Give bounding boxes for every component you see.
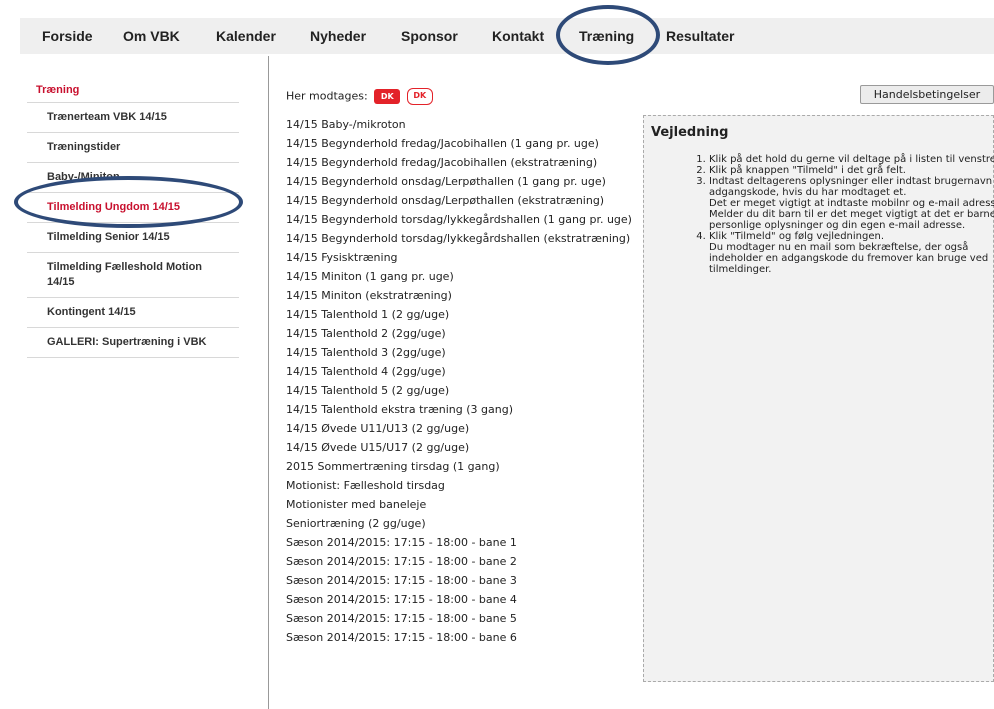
team-list-item[interactable]: Sæson 2014/2015: 17:15 - 18:00 - bane 3 bbox=[286, 574, 636, 587]
team-list-item[interactable]: 14/15 Øvede U15/U17 (2 gg/uge) bbox=[286, 441, 636, 454]
guide-panel: Vejledning Klik på det hold du gerne vil… bbox=[643, 115, 994, 682]
terms-button[interactable]: Handelsbetingelser bbox=[860, 85, 994, 104]
team-list-item[interactable]: 14/15 Fysisktræning bbox=[286, 251, 636, 264]
nav-kalender[interactable]: Kalender bbox=[216, 18, 276, 54]
sidebar-item-membership-fee[interactable]: Kontingent 14/15 bbox=[27, 298, 239, 328]
dankort-icon: DK bbox=[374, 89, 401, 104]
nav-nyheder[interactable]: Nyheder bbox=[310, 18, 366, 54]
team-list-item[interactable]: 14/15 Talenthold 5 (2 gg/uge) bbox=[286, 384, 636, 397]
guide-title: Vejledning bbox=[651, 125, 729, 140]
highlight-circle-sidebar bbox=[14, 176, 243, 228]
team-list-item[interactable]: 14/15 Baby-/mikroton bbox=[286, 118, 636, 131]
team-list-item[interactable]: 14/15 Begynderhold torsdag/lykkegårdshal… bbox=[286, 232, 636, 245]
nav-sponsor[interactable]: Sponsor bbox=[401, 18, 458, 54]
team-list-item[interactable]: 14/15 Begynderhold onsdag/Lerpøthallen (… bbox=[286, 194, 636, 207]
guide-step: Klik på det hold du gerne vil deltage på… bbox=[709, 154, 994, 165]
receive-label: Her modtages: bbox=[286, 89, 368, 103]
guide-step: Klik på knappen "Tilmeld" i det grå felt… bbox=[709, 165, 994, 176]
team-list: 14/15 Baby-/mikroton 14/15 Begynderhold f… bbox=[286, 118, 636, 650]
sidebar-item-gallery[interactable]: GALLERI: Supertræning i VBK bbox=[27, 328, 239, 358]
top-navigation: Forside Om VBK Kalender Nyheder Sponsor … bbox=[20, 18, 994, 54]
team-list-item[interactable]: 14/15 Talenthold 3 (2gg/uge) bbox=[286, 346, 636, 359]
team-list-item[interactable]: 14/15 Begynderhold torsdag/lykkegårdshal… bbox=[286, 213, 636, 226]
nav-om-vbk[interactable]: Om VBK bbox=[123, 18, 180, 54]
team-list-item[interactable]: Sæson 2014/2015: 17:15 - 18:00 - bane 4 bbox=[286, 593, 636, 606]
sidebar-item-trainerteam[interactable]: Trænerteam VBK 14/15 bbox=[27, 103, 239, 133]
team-list-item[interactable]: 14/15 Talenthold 2 (2gg/uge) bbox=[286, 327, 636, 340]
team-list-item[interactable]: 14/15 Miniton (1 gang pr. uge) bbox=[286, 270, 636, 283]
team-list-item[interactable]: 14/15 Talenthold ekstra træning (3 gang) bbox=[286, 403, 636, 416]
dankort-outline-icon: DK bbox=[406, 88, 433, 105]
team-list-item[interactable]: Sæson 2014/2015: 17:15 - 18:00 - bane 2 bbox=[286, 555, 636, 568]
team-list-item[interactable]: Seniortræning (2 gg/uge) bbox=[286, 517, 636, 530]
highlight-circle-nav bbox=[556, 5, 660, 65]
sidebar-item-training-times[interactable]: Træningstider bbox=[27, 133, 239, 163]
team-list-item[interactable]: 14/15 Øvede U11/U13 (2 gg/uge) bbox=[286, 422, 636, 435]
team-list-item[interactable]: 2015 Sommertræning tirsdag (1 gang) bbox=[286, 460, 636, 473]
team-list-item[interactable]: 14/15 Talenthold 4 (2gg/uge) bbox=[286, 365, 636, 378]
sidebar-heading[interactable]: Træning bbox=[27, 78, 239, 103]
team-list-item[interactable]: Motionister med baneleje bbox=[286, 498, 636, 511]
team-list-item[interactable]: Sæson 2014/2015: 17:15 - 18:00 - bane 5 bbox=[286, 612, 636, 625]
team-list-item[interactable]: 14/15 Begynderhold fredag/Jacobihallen (… bbox=[286, 137, 636, 150]
team-list-item[interactable]: Motionist: Fælleshold tirsdag bbox=[286, 479, 636, 492]
team-list-item[interactable]: Sæson 2014/2015: 17:15 - 18:00 - bane 6 bbox=[286, 631, 636, 644]
guide-step: Indtast deltagerens oplysninger eller in… bbox=[709, 176, 994, 231]
team-list-item[interactable]: 14/15 Begynderhold fredag/Jacobihallen (… bbox=[286, 156, 636, 169]
team-list-item[interactable]: 14/15 Miniton (ekstratræning) bbox=[286, 289, 636, 302]
guide-step: Klik "Tilmeld" og følg vejledningen. Du … bbox=[709, 231, 994, 275]
team-list-item[interactable]: 14/15 Begynderhold onsdag/Lerpøthallen (… bbox=[286, 175, 636, 188]
team-list-item[interactable]: Sæson 2014/2015: 17:15 - 18:00 - bane 1 bbox=[286, 536, 636, 549]
nav-forside[interactable]: Forside bbox=[42, 18, 93, 54]
divider bbox=[268, 56, 269, 709]
guide-steps: Klik på det hold du gerne vil deltage på… bbox=[684, 154, 994, 275]
team-list-item[interactable]: 14/15 Talenthold 1 (2 gg/uge) bbox=[286, 308, 636, 321]
nav-kontakt[interactable]: Kontakt bbox=[492, 18, 544, 54]
nav-resultater[interactable]: Resultater bbox=[666, 18, 734, 54]
sidebar-item-signup-motion[interactable]: Tilmelding Fælleshold Motion 14/15 bbox=[27, 253, 239, 298]
payment-methods: Her modtages: DK DK bbox=[286, 88, 433, 105]
